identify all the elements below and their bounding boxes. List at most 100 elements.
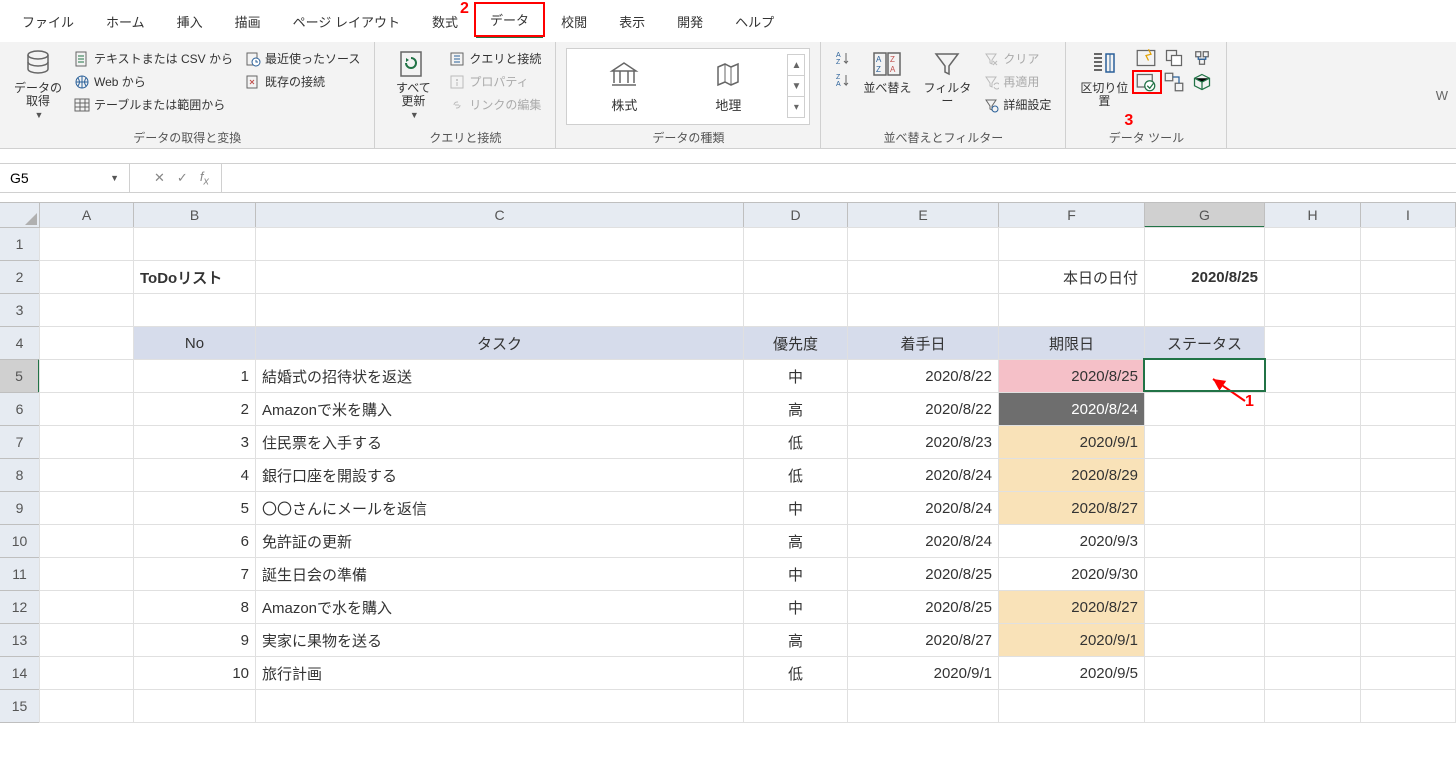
cell-task[interactable]: 免許証の更新	[255, 524, 744, 558]
cell[interactable]	[39, 227, 134, 261]
cell[interactable]	[39, 425, 134, 459]
col-header-E[interactable]: E	[847, 202, 999, 228]
cell-priority[interactable]: 中	[743, 557, 848, 591]
th-no[interactable]: No	[133, 326, 256, 360]
menu-insert[interactable]: 挿入	[163, 6, 217, 37]
cell[interactable]	[847, 293, 999, 327]
cell-no[interactable]: 9	[133, 623, 256, 657]
cell[interactable]	[1264, 326, 1361, 360]
stocks-button[interactable]: 株式	[579, 59, 669, 114]
gallery-more-button[interactable]: ▾	[787, 96, 805, 118]
cell-priority[interactable]: 低	[743, 458, 848, 492]
cell[interactable]	[39, 260, 134, 294]
cell[interactable]	[39, 590, 134, 624]
menu-draw[interactable]: 描画	[221, 6, 275, 37]
cell[interactable]	[1264, 491, 1361, 525]
cell[interactable]	[39, 656, 134, 690]
cell[interactable]	[133, 689, 256, 723]
cell[interactable]	[1264, 458, 1361, 492]
filter-button[interactable]: フィルター	[919, 48, 975, 108]
today-cell[interactable]: 2020/8/25	[1144, 260, 1265, 294]
cell[interactable]	[1264, 689, 1361, 723]
data-validation-button[interactable]	[1136, 72, 1156, 92]
formula-input[interactable]	[222, 164, 1456, 192]
cell-priority[interactable]: 低	[743, 656, 848, 690]
cell[interactable]	[1264, 359, 1361, 393]
flash-fill-icon[interactable]	[1136, 48, 1156, 68]
row-header-1[interactable]: 1	[0, 227, 40, 261]
cell-status[interactable]	[1144, 425, 1265, 459]
cell-task[interactable]: Amazonで水を購入	[255, 590, 744, 624]
menu-data[interactable]: データ 2	[476, 4, 543, 38]
cell[interactable]	[39, 557, 134, 591]
cell-no[interactable]: 6	[133, 524, 256, 558]
cell-status[interactable]	[1143, 358, 1266, 392]
cell-due[interactable]: 2020/8/29	[998, 458, 1145, 492]
cell-status[interactable]	[1144, 590, 1265, 624]
cell-start[interactable]: 2020/8/25	[847, 590, 999, 624]
cell-status[interactable]	[1144, 656, 1265, 690]
sort-asc-button[interactable]: AZ	[831, 48, 855, 68]
row-header-11[interactable]: 11	[0, 557, 40, 591]
properties-button[interactable]: プロパティ	[445, 71, 545, 92]
cell-start[interactable]: 2020/8/24	[847, 524, 999, 558]
cell[interactable]	[743, 227, 848, 261]
cell[interactable]	[39, 524, 134, 558]
title-cell[interactable]: ToDoリスト	[133, 260, 256, 294]
consolidate-icon[interactable]	[1192, 48, 1212, 68]
select-all-corner[interactable]	[0, 202, 40, 228]
advanced-filter-button[interactable]: 詳細設定	[979, 94, 1055, 115]
cell-no[interactable]: 4	[133, 458, 256, 492]
th-start[interactable]: 着手日	[847, 326, 999, 360]
cell[interactable]	[998, 293, 1145, 327]
recent-sources-button[interactable]: 最近使ったソース	[241, 48, 364, 69]
cell[interactable]	[1360, 524, 1456, 558]
cell[interactable]	[1264, 623, 1361, 657]
cell[interactable]	[1264, 227, 1361, 261]
row-header-14[interactable]: 14	[0, 656, 40, 690]
cell-priority[interactable]: 高	[743, 524, 848, 558]
cell-task[interactable]: 誕生日会の準備	[255, 557, 744, 591]
cell-start[interactable]: 2020/8/23	[847, 425, 999, 459]
cell-no[interactable]: 2	[133, 392, 256, 426]
gallery-up-button[interactable]: ▲	[787, 54, 805, 76]
menu-review[interactable]: 校閲	[547, 6, 601, 37]
row-header-10[interactable]: 10	[0, 524, 40, 558]
clear-filter-button[interactable]: クリア	[979, 48, 1055, 69]
get-data-button[interactable]: データの 取得 ▼	[10, 48, 66, 120]
cell[interactable]	[1360, 293, 1456, 327]
cell[interactable]	[1360, 491, 1456, 525]
col-header-D[interactable]: D	[743, 202, 848, 228]
cell[interactable]	[39, 293, 134, 327]
menu-view[interactable]: 表示	[605, 6, 659, 37]
col-header-H[interactable]: H	[1264, 202, 1361, 228]
cell-priority[interactable]: 高	[743, 392, 848, 426]
cell[interactable]	[1360, 260, 1456, 294]
enter-icon[interactable]: ✓	[177, 170, 188, 186]
cell-status[interactable]	[1144, 491, 1265, 525]
menu-developer[interactable]: 開発	[663, 6, 717, 37]
name-box-input[interactable]	[10, 170, 90, 186]
from-csv-button[interactable]: テキストまたは CSV から	[70, 48, 237, 69]
cell-no[interactable]: 5	[133, 491, 256, 525]
row-header-15[interactable]: 15	[0, 689, 40, 723]
row-header-4[interactable]: 4	[0, 326, 40, 360]
cell[interactable]	[847, 227, 999, 261]
cell[interactable]	[1144, 227, 1265, 261]
cell[interactable]	[39, 326, 134, 360]
cell-no[interactable]: 10	[133, 656, 256, 690]
cell[interactable]	[133, 293, 256, 327]
cell[interactable]	[255, 260, 744, 294]
cell[interactable]	[1264, 590, 1361, 624]
cell-status[interactable]	[1144, 623, 1265, 657]
cell[interactable]	[255, 227, 744, 261]
th-priority[interactable]: 優先度	[743, 326, 848, 360]
cell-start[interactable]: 2020/8/24	[847, 491, 999, 525]
from-table-button[interactable]: テーブルまたは範囲から	[70, 94, 237, 115]
row-header-9[interactable]: 9	[0, 491, 40, 525]
cell-start[interactable]: 2020/8/25	[847, 557, 999, 591]
row-header-13[interactable]: 13	[0, 623, 40, 657]
cell-start[interactable]: 2020/8/24	[847, 458, 999, 492]
data-model-icon[interactable]	[1192, 72, 1212, 92]
cell-priority[interactable]: 中	[743, 491, 848, 525]
